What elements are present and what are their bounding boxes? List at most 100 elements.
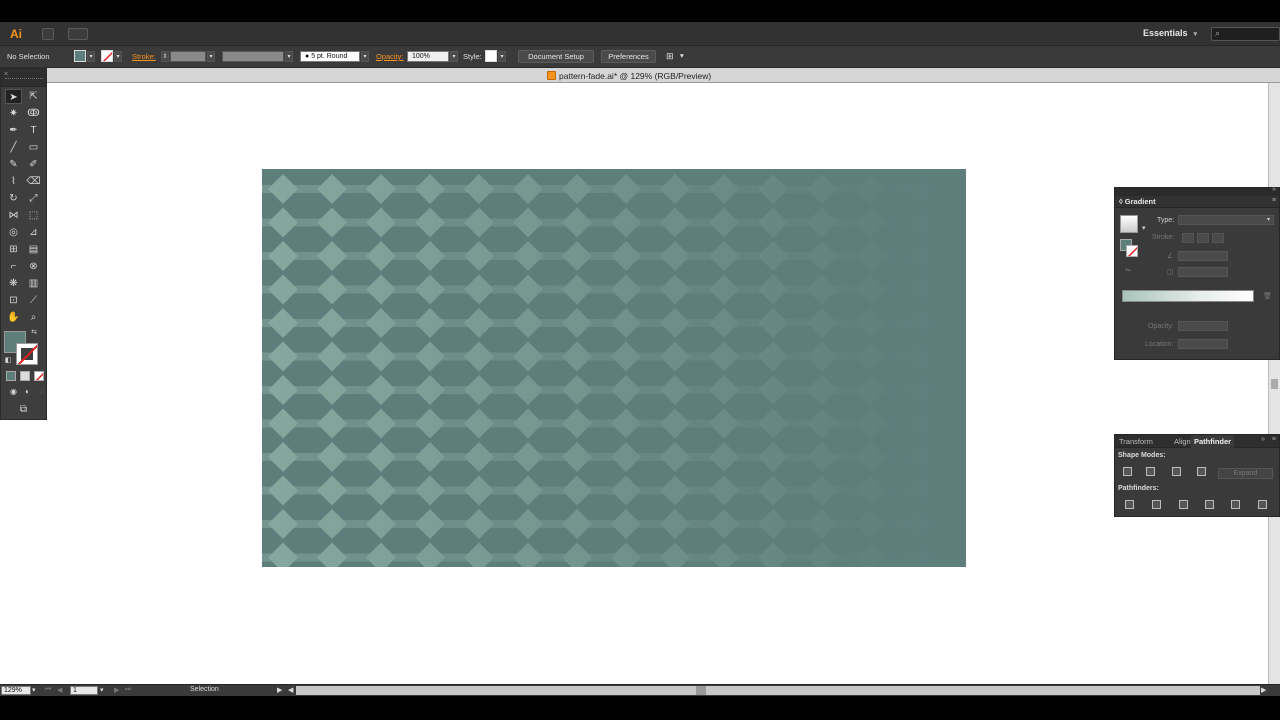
selection-tool-icon[interactable]: ➤ — [5, 89, 22, 104]
screen-mode-icon[interactable]: ⧉ — [15, 402, 32, 417]
opacity-field[interactable]: 100% — [407, 51, 449, 62]
merge-icon[interactable] — [1179, 500, 1188, 509]
previous-artboard-icon[interactable]: ◀ — [57, 686, 62, 694]
artboard-dropdown[interactable]: ▾ — [100, 686, 104, 694]
zoom-tool-icon[interactable]: ⌕ — [25, 310, 42, 325]
style-dropdown[interactable]: ▾ — [498, 51, 506, 62]
line-tool-icon[interactable]: ╱ — [5, 140, 22, 155]
stroke-gradient-across[interactable] — [1212, 233, 1224, 243]
brush-definition[interactable]: ● 5 pt. Round — [300, 51, 360, 62]
horizontal-scrollbar[interactable] — [296, 686, 1260, 695]
opacity-dropdown[interactable]: ▾ — [450, 51, 458, 62]
outline-icon[interactable] — [1231, 500, 1240, 509]
variable-width-profile[interactable] — [222, 51, 284, 62]
fill-swatch[interactable] — [74, 50, 86, 62]
horizontal-scroll-thumb[interactable] — [696, 686, 706, 695]
stroke-gradient-within[interactable] — [1182, 233, 1194, 243]
bridge-button[interactable] — [42, 28, 54, 40]
hand-tool-icon[interactable]: ✋ — [5, 310, 22, 325]
graphic-style-swatch[interactable] — [485, 50, 497, 62]
panel-menu-icon[interactable]: ≡ — [1272, 436, 1276, 443]
help-search-input[interactable]: ⌕ — [1211, 27, 1280, 41]
document-setup-button[interactable]: Document Setup — [518, 50, 594, 63]
default-colors-icon[interactable]: ◧ — [3, 353, 13, 368]
free-transform-tool-icon[interactable]: ⬚ — [25, 208, 42, 223]
scroll-right-icon[interactable]: ▶ — [1261, 686, 1266, 694]
direct-selection-tool-icon[interactable]: ⇱ — [25, 89, 42, 104]
close-icon[interactable]: × — [4, 71, 8, 78]
zoom-dropdown[interactable]: ▾ — [32, 686, 36, 694]
rectangle-tool-icon[interactable]: ▭ — [25, 140, 42, 155]
column-graph-tool-icon[interactable]: ▥ — [25, 276, 42, 291]
symbol-sprayer-tool-icon[interactable]: ❋ — [5, 276, 22, 291]
stroke-color-box[interactable] — [16, 343, 38, 365]
slice-tool-icon[interactable]: ⟋ — [25, 293, 42, 308]
gradient-stroke-icon[interactable] — [1126, 245, 1138, 257]
shape-builder-tool-icon[interactable]: ◎ — [5, 225, 22, 240]
first-artboard-icon[interactable]: ⏮ — [45, 686, 51, 694]
angle-field[interactable] — [1178, 251, 1228, 261]
workspace-switcher[interactable]: Essentials ▾ — [1143, 28, 1197, 38]
divide-icon[interactable] — [1125, 500, 1134, 509]
scale-tool-icon[interactable]: ⤢ — [25, 191, 42, 206]
artboard[interactable] — [262, 169, 966, 567]
magic-wand-tool-icon[interactable]: ✷ — [5, 106, 22, 121]
rotate-tool-icon[interactable]: ↻ — [5, 191, 22, 206]
stop-opacity-field[interactable] — [1178, 321, 1228, 331]
variable-width-dropdown[interactable]: ▾ — [285, 51, 293, 62]
tab-transform[interactable]: Transform — [1119, 437, 1153, 446]
gradient-mode-icon[interactable] — [20, 371, 30, 381]
stroke-weight-dropdown[interactable]: ▾ — [207, 51, 215, 62]
collapse-icon[interactable]: » — [1272, 186, 1276, 193]
reverse-gradient-icon[interactable]: ⇋ — [1125, 266, 1131, 274]
next-artboard-icon[interactable]: ▶ — [114, 686, 119, 694]
expand-button[interactable]: Expand — [1218, 468, 1273, 479]
status-menu-arrow[interactable]: ▶ — [277, 686, 282, 694]
swap-colors-icon[interactable]: ⇆ — [29, 325, 39, 340]
brush-dropdown[interactable]: ▾ — [361, 51, 369, 62]
unite-icon[interactable] — [1123, 467, 1132, 476]
perspective-grid-tool-icon[interactable]: ⊿ — [25, 225, 42, 240]
minus-back-icon[interactable] — [1258, 500, 1267, 509]
mesh-tool-icon[interactable]: ⊞ — [5, 242, 22, 257]
collapse-icon[interactable]: » — [1261, 436, 1265, 443]
stroke-swatch[interactable] — [101, 50, 113, 62]
panel-menu-icon[interactable]: ≡ — [1272, 197, 1276, 204]
pen-tool-icon[interactable]: ✒ — [5, 123, 22, 138]
tools-panel-header[interactable]: × — [1, 69, 46, 87]
tab-pathfinder[interactable]: Pathfinder — [1191, 435, 1235, 448]
draw-inside-icon[interactable]: ◌ — [33, 384, 50, 399]
pencil-tool-icon[interactable]: ✐ — [25, 157, 42, 172]
width-tool-icon[interactable]: ⋈ — [5, 208, 22, 223]
stop-location-field[interactable] — [1178, 339, 1228, 349]
gradient-thumbnail[interactable] — [1120, 215, 1138, 233]
vertical-scrollbar[interactable] — [1268, 83, 1280, 684]
stroke-label-link[interactable]: Stroke: — [132, 52, 156, 61]
trash-icon[interactable]: 🗑 — [1263, 292, 1272, 300]
control-menu-arrow[interactable]: ▾ — [680, 51, 684, 60]
arrange-documents-button[interactable] — [68, 28, 88, 40]
gradient-slider-bar[interactable] — [1122, 290, 1254, 302]
none-mode-icon[interactable] — [34, 371, 44, 381]
gradient-tool-icon[interactable]: ▤ — [25, 242, 42, 257]
last-artboard-icon[interactable]: ⏭ — [125, 686, 131, 694]
trim-icon[interactable] — [1152, 500, 1161, 509]
scroll-left-icon[interactable]: ◀ — [288, 686, 293, 694]
minus-front-icon[interactable] — [1146, 467, 1155, 476]
preferences-button[interactable]: Preferences — [601, 50, 656, 63]
arrange-icon[interactable]: ⊞ — [666, 51, 674, 62]
zoom-field[interactable]: 129% — [1, 686, 31, 695]
eyedropper-tool-icon[interactable]: ⌐ — [5, 259, 22, 274]
eraser-tool-icon[interactable]: ⌫ — [25, 174, 42, 189]
intersect-icon[interactable] — [1172, 467, 1181, 476]
gradient-thumb-arrow[interactable]: ▾ — [1142, 224, 1146, 232]
vertical-scroll-thumb[interactable] — [1271, 379, 1278, 389]
tab-align[interactable]: Align — [1174, 437, 1191, 446]
fill-dropdown-arrow[interactable]: ▾ — [87, 51, 95, 62]
lasso-tool-icon[interactable]: ↂ — [25, 106, 42, 121]
stroke-dropdown-arrow[interactable]: ▾ — [114, 51, 122, 62]
artboard-number-field[interactable]: 1 — [70, 686, 98, 695]
opacity-label-link[interactable]: Opacity: — [376, 52, 404, 61]
blob-brush-tool-icon[interactable]: ⌇ — [5, 174, 22, 189]
paintbrush-tool-icon[interactable]: ✎ — [5, 157, 22, 172]
